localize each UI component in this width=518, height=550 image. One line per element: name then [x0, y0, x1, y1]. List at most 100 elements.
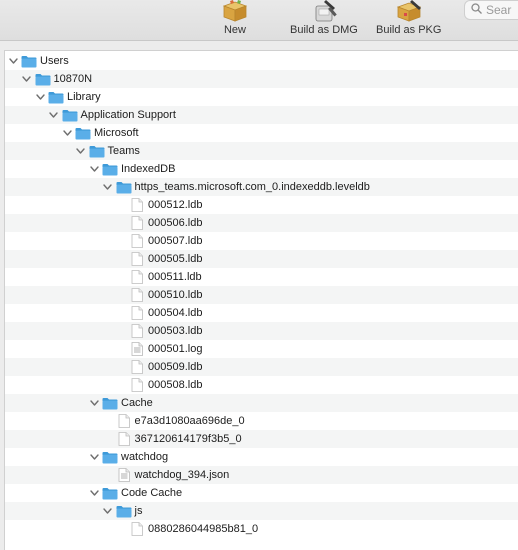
build-pkg-button[interactable]: Build as PKG — [376, 0, 441, 40]
package-icon — [220, 0, 250, 22]
file-icon — [129, 198, 145, 212]
tree-item-label: 000508.ldb — [148, 379, 203, 391]
folder-icon — [102, 162, 118, 176]
tree-folder-row[interactable]: Microsoft — [5, 124, 518, 142]
tree-folder-row[interactable]: Teams — [5, 142, 518, 160]
tree-item-label: Teams — [107, 145, 140, 157]
file-icon — [129, 288, 145, 302]
tree-item-label: 000509.ldb — [148, 361, 203, 373]
toolbar: New Build as DMG Build as PKG Sear — [0, 0, 518, 41]
tree-item-label: 000507.ldb — [148, 235, 203, 247]
text-file-icon — [116, 468, 132, 482]
disclosure-chevron-icon[interactable] — [7, 52, 19, 70]
search-placeholder: Sear — [486, 3, 512, 17]
tree-item-label: 0880286044985b81_0 — [148, 523, 259, 535]
tree-item-label: 000510.ldb — [148, 289, 203, 301]
folder-icon — [102, 450, 118, 464]
tree-item-label: https_teams.microsoft.com_0.indexeddb.le… — [134, 181, 370, 193]
file-icon — [129, 234, 145, 248]
tree-file-row[interactable]: 000507.ldb — [5, 232, 518, 250]
search-icon — [471, 3, 482, 17]
tree-item-label: 10870N — [53, 73, 93, 85]
tree-folder-row[interactable]: https_teams.microsoft.com_0.indexeddb.le… — [5, 178, 518, 196]
disclosure-chevron-icon[interactable] — [61, 124, 73, 142]
folder-icon — [102, 396, 118, 410]
file-icon — [129, 270, 145, 284]
disclosure-chevron-icon[interactable] — [34, 88, 46, 106]
tree-folder-row[interactable]: IndexedDB — [5, 160, 518, 178]
tree-item-label: 000511.ldb — [148, 271, 202, 283]
tree-item-label: 367120614179f3b5_0 — [134, 433, 242, 445]
tree-item-label: Users — [40, 55, 69, 67]
disclosure-chevron-icon[interactable] — [102, 502, 114, 520]
tree-file-row[interactable]: 000506.ldb — [5, 214, 518, 232]
build-pkg-label: Build as PKG — [376, 24, 442, 36]
tree-file-row[interactable]: watchdog_394.json — [5, 466, 518, 484]
file-icon — [129, 360, 145, 374]
disclosure-chevron-icon[interactable] — [88, 484, 100, 502]
build-dmg-button[interactable]: Build as DMG — [290, 0, 358, 40]
tree-file-row[interactable]: 0880286044985b81_0 — [5, 520, 518, 538]
tree-file-row[interactable]: e7a3d1080aa696de_0 — [5, 412, 518, 430]
folder-icon — [75, 126, 91, 140]
tree-item-label: Microsoft — [94, 127, 139, 139]
tree-item-label: watchdog — [121, 451, 169, 463]
tree-item-label: IndexedDB — [121, 163, 176, 175]
new-button[interactable]: New — [220, 0, 250, 40]
tree-file-row[interactable]: 000505.ldb — [5, 250, 518, 268]
tree-folder-row[interactable]: watchdog — [5, 448, 518, 466]
tree-item-label: 000504.ldb — [148, 307, 203, 319]
tree-file-row[interactable]: 000501.log — [5, 340, 518, 358]
tree-folder-row[interactable]: js — [5, 502, 518, 520]
tree-file-row[interactable]: 000503.ldb — [5, 322, 518, 340]
file-icon — [116, 414, 132, 428]
tree-folder-row[interactable]: Users — [5, 52, 518, 70]
tree-item-label: e7a3d1080aa696de_0 — [134, 415, 245, 427]
disclosure-chevron-icon[interactable] — [102, 178, 114, 196]
folder-icon — [21, 54, 37, 68]
tree-item-label: 000503.ldb — [148, 325, 203, 337]
tree-item-label: Code Cache — [121, 487, 183, 499]
file-tree: Users 10870N Library Application Support Mic… — [4, 50, 518, 550]
tree-item-label: 000506.ldb — [148, 217, 203, 229]
tree-folder-row[interactable]: Code Cache — [5, 484, 518, 502]
file-icon — [129, 324, 145, 338]
new-button-label: New — [223, 24, 246, 36]
disclosure-chevron-icon[interactable] — [48, 106, 60, 124]
tree-file-row[interactable]: 367120614179f3b5_0 — [5, 430, 518, 448]
tree-folder-row[interactable]: Application Support — [5, 106, 518, 124]
tree-item-label: Cache — [121, 397, 153, 409]
tree-file-row[interactable]: 000510.ldb — [5, 286, 518, 304]
disclosure-chevron-icon[interactable] — [75, 142, 87, 160]
folder-icon — [102, 486, 118, 500]
tree-file-row[interactable]: 000512.ldb — [5, 196, 518, 214]
file-icon — [116, 432, 132, 446]
build-dmg-icon — [309, 0, 339, 22]
disclosure-chevron-icon[interactable] — [88, 160, 100, 178]
disclosure-chevron-icon[interactable] — [88, 448, 100, 466]
folder-icon — [116, 180, 132, 194]
tree-item-label: 000512.ldb — [148, 199, 203, 211]
tree-item-label: Library — [67, 91, 101, 103]
file-icon — [129, 216, 145, 230]
tree-item-label: watchdog_394.json — [134, 469, 230, 481]
tree-folder-row[interactable]: 10870N — [5, 70, 518, 88]
folder-icon — [35, 72, 51, 86]
tree-item-label: js — [134, 505, 143, 517]
folder-icon — [62, 108, 78, 122]
tree-folder-row[interactable]: Cache — [5, 394, 518, 412]
file-icon — [129, 522, 145, 536]
tree-file-row[interactable]: 000508.ldb — [5, 376, 518, 394]
build-dmg-label: Build as DMG — [290, 24, 358, 36]
tree-folder-row[interactable]: Library — [5, 88, 518, 106]
search-field[interactable]: Sear — [464, 0, 518, 20]
tree-item-label: Application Support — [80, 109, 176, 121]
tree-file-row[interactable]: 000509.ldb — [5, 358, 518, 376]
folder-icon — [89, 144, 105, 158]
disclosure-chevron-icon[interactable] — [88, 394, 100, 412]
text-file-icon — [129, 342, 145, 356]
tree-file-row[interactable]: 000511.ldb — [5, 268, 518, 286]
disclosure-chevron-icon[interactable] — [21, 70, 33, 88]
tree-file-row[interactable]: 000504.ldb — [5, 304, 518, 322]
folder-icon — [116, 504, 132, 518]
